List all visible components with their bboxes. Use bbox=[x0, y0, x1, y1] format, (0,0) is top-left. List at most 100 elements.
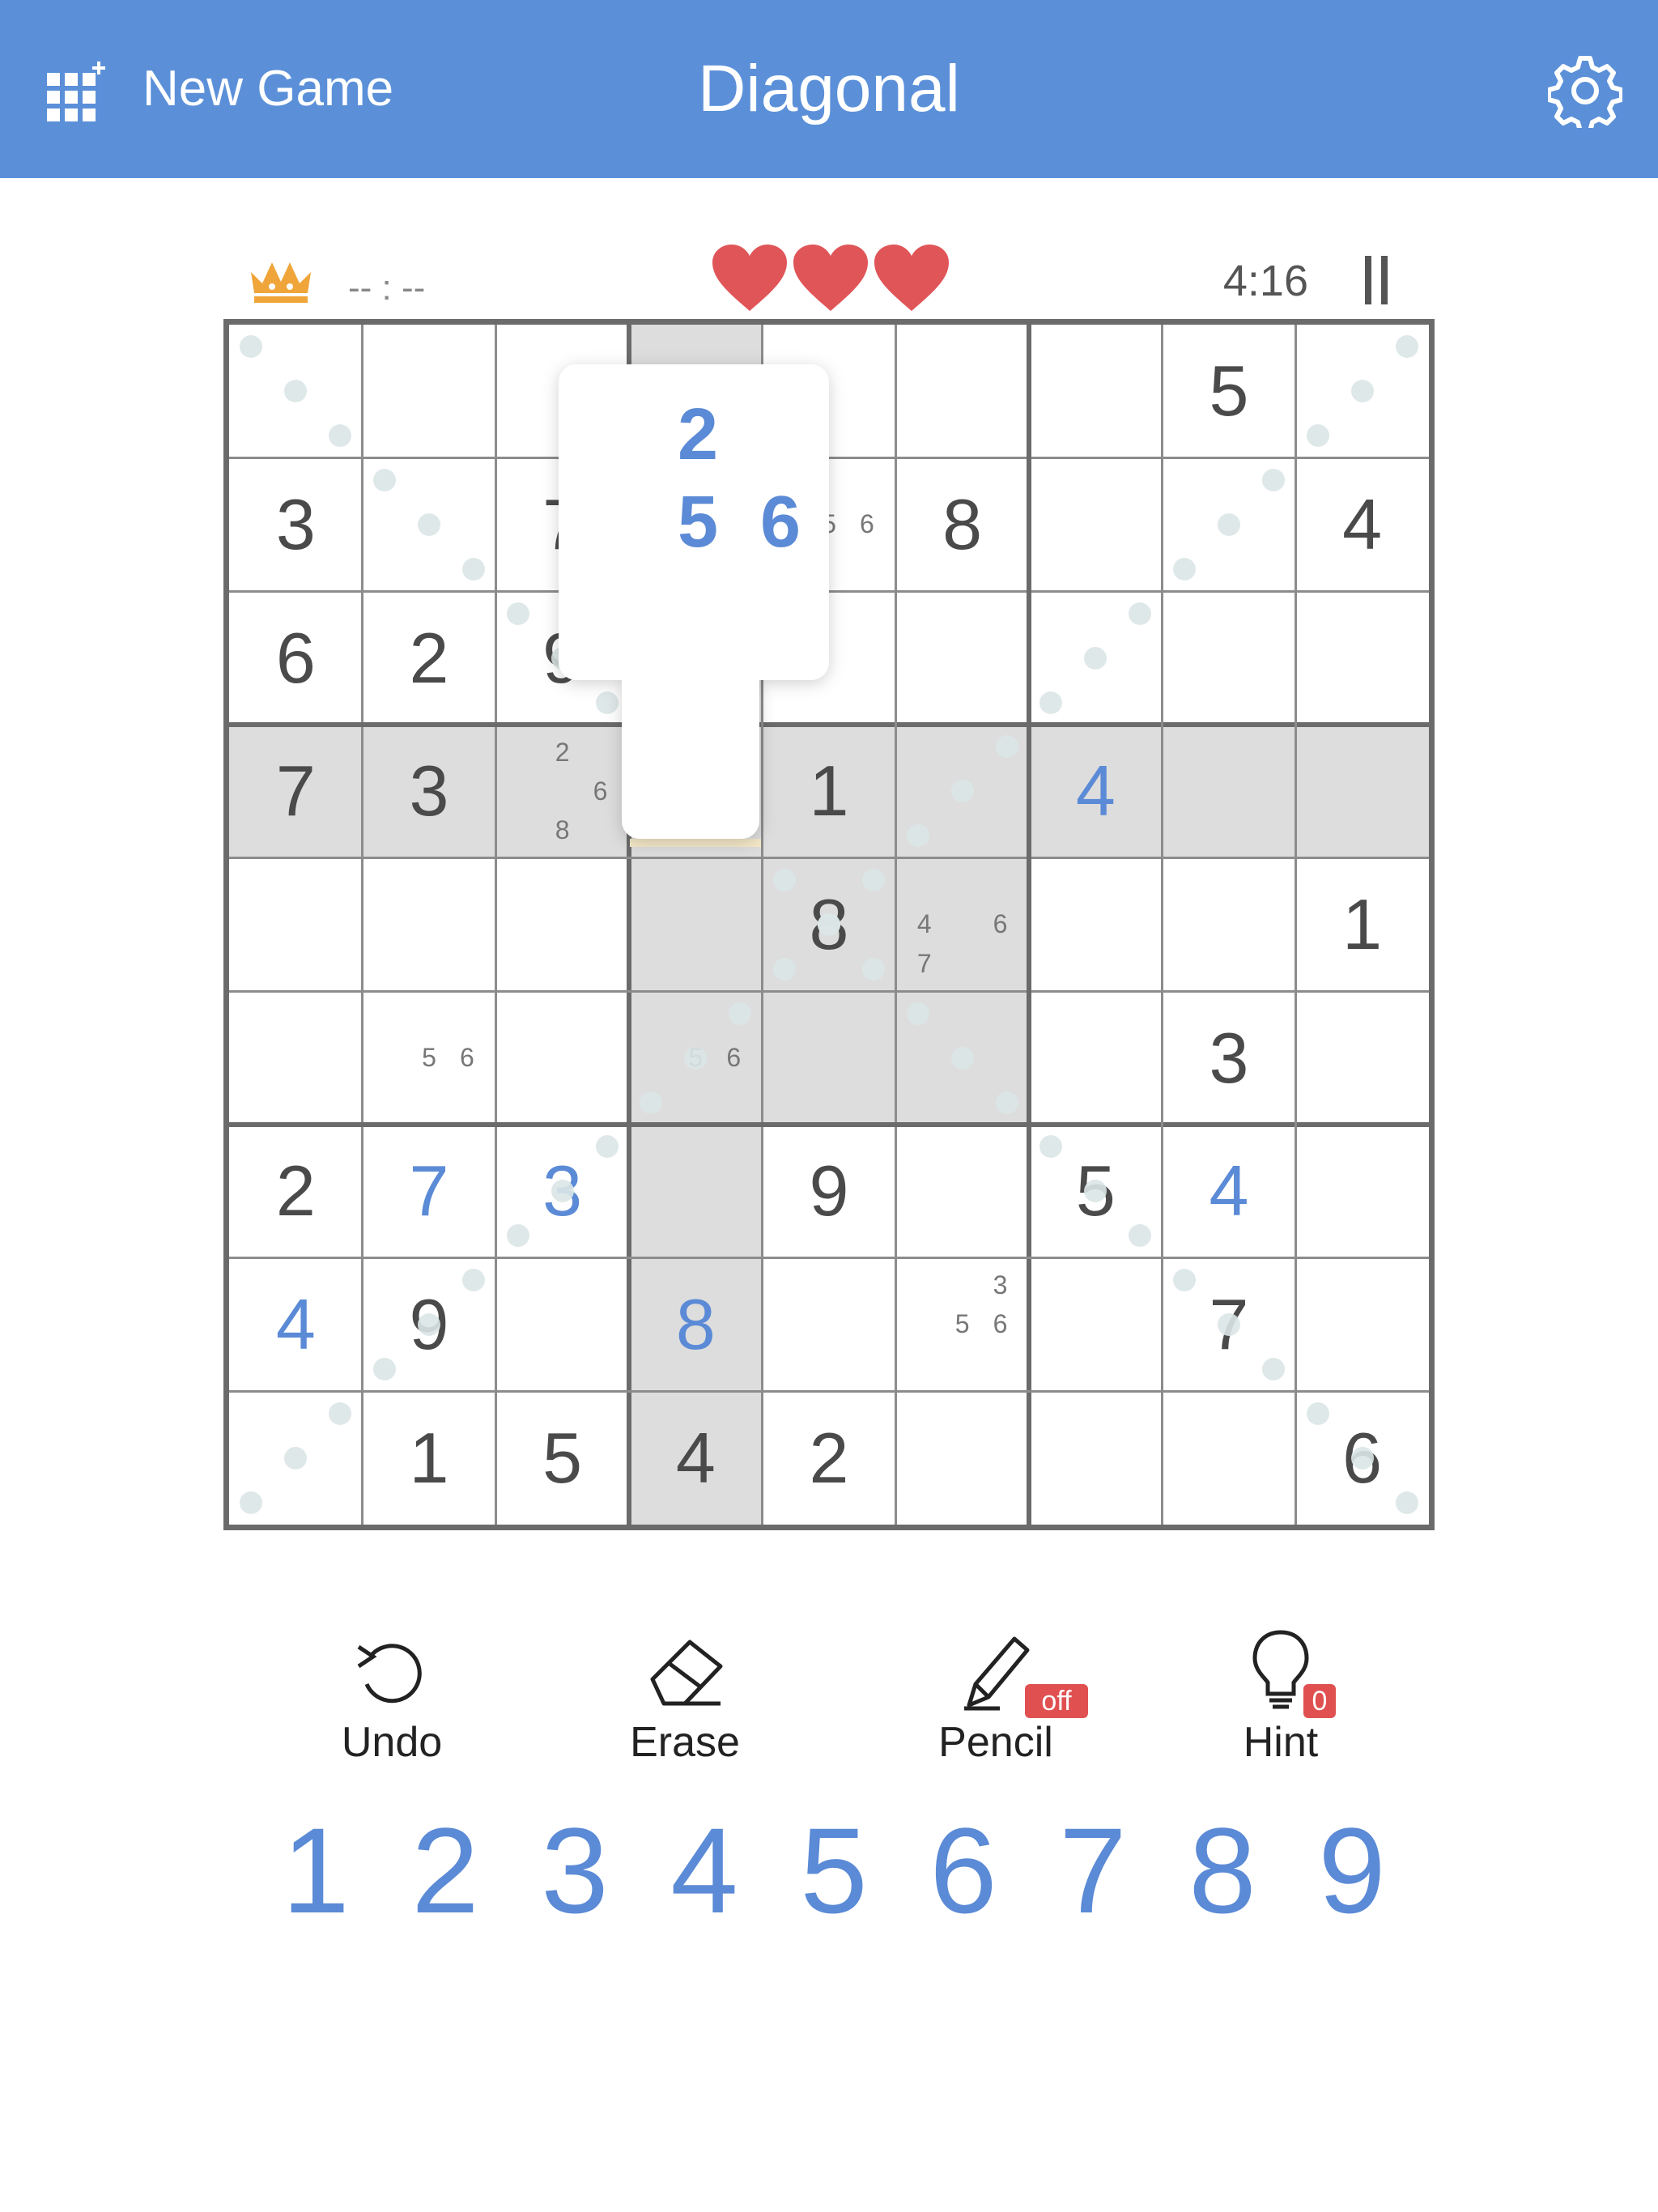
board-cell[interactable]: 356 bbox=[895, 1258, 1029, 1392]
board-cell[interactable]: 1 bbox=[1295, 858, 1429, 992]
cell-digit: 1 bbox=[1342, 883, 1383, 964]
grid-line bbox=[361, 325, 364, 1525]
note-digit: 6 bbox=[859, 509, 874, 539]
grid-line bbox=[229, 1257, 1429, 1260]
diagonal-marker bbox=[418, 1313, 440, 1336]
grid-line bbox=[1161, 325, 1164, 1525]
diagonal-marker bbox=[1129, 602, 1152, 625]
board-cell[interactable] bbox=[895, 1391, 1029, 1525]
erase-button[interactable]: Erase bbox=[588, 1627, 782, 1773]
board-cell[interactable] bbox=[1163, 1391, 1296, 1525]
gear-icon[interactable] bbox=[1548, 53, 1622, 128]
note-slot bbox=[372, 1039, 410, 1078]
grid-line bbox=[229, 457, 1429, 460]
candidate-digit[interactable]: 5 bbox=[665, 481, 730, 564]
board-cell[interactable] bbox=[762, 991, 896, 1125]
note-slot bbox=[905, 866, 943, 905]
board-cell[interactable]: 4 6 7 bbox=[895, 857, 1029, 992]
board-cell[interactable]: 9 bbox=[763, 1125, 896, 1258]
board-cell[interactable] bbox=[363, 858, 496, 992]
number-key-4[interactable]: 4 bbox=[656, 1797, 753, 1943]
board-cell[interactable] bbox=[895, 1125, 1029, 1258]
board-cell[interactable] bbox=[1295, 725, 1429, 858]
pause-button[interactable] bbox=[1362, 256, 1391, 304]
number-key-2[interactable]: 2 bbox=[397, 1797, 494, 1943]
board-cell[interactable] bbox=[629, 1125, 763, 1258]
board-cell[interactable]: 7 bbox=[229, 725, 363, 858]
board-cell[interactable] bbox=[1029, 991, 1163, 1125]
note-slot bbox=[981, 944, 1019, 983]
diagonal-marker bbox=[773, 957, 797, 981]
board-cell[interactable]: 56 bbox=[363, 991, 496, 1125]
board-cell[interactable]: 5 bbox=[1163, 325, 1296, 458]
board-cell[interactable]: 3 bbox=[362, 725, 496, 858]
board-cell[interactable]: 1 bbox=[363, 1391, 496, 1525]
board-cell[interactable] bbox=[895, 325, 1029, 458]
candidate-digit[interactable]: 2 bbox=[665, 393, 730, 477]
undo-button[interactable]: Undo bbox=[295, 1627, 489, 1773]
board-cell[interactable] bbox=[1163, 858, 1296, 992]
board-cell[interactable] bbox=[1029, 325, 1163, 458]
cell-digit: 8 bbox=[675, 1283, 716, 1364]
number-key-5[interactable]: 5 bbox=[785, 1797, 882, 1943]
board-cell[interactable] bbox=[895, 591, 1029, 725]
board-cell[interactable] bbox=[1295, 591, 1429, 725]
board-cell[interactable] bbox=[629, 857, 763, 992]
board-cell[interactable]: 4 bbox=[1029, 725, 1163, 858]
board-cell[interactable]: 2 bbox=[363, 591, 496, 725]
board-cell[interactable]: 4 bbox=[629, 1391, 763, 1525]
candidate-digit[interactable]: 6 bbox=[748, 481, 813, 564]
board-cell[interactable] bbox=[229, 858, 363, 992]
page-title: Diagonal bbox=[698, 52, 960, 125]
board-cell[interactable]: 4 bbox=[229, 1258, 363, 1392]
diagonal-marker bbox=[1173, 557, 1197, 581]
board-cell[interactable]: 2 bbox=[229, 1125, 363, 1258]
grid-line bbox=[229, 589, 1429, 593]
board-cell[interactable]: 3 bbox=[229, 458, 363, 592]
board-cell[interactable] bbox=[1295, 991, 1429, 1125]
erase-label: Erase bbox=[630, 1719, 740, 1766]
cell-digit: 2 bbox=[275, 1151, 316, 1231]
board-cell[interactable] bbox=[1029, 458, 1163, 592]
hint-button[interactable]: 0 Hint bbox=[1184, 1627, 1378, 1773]
note-digit: 6 bbox=[993, 1309, 1008, 1339]
board-cell[interactable] bbox=[1162, 725, 1296, 858]
board-cell[interactable]: 8 bbox=[895, 458, 1029, 592]
cell-notes: 56 bbox=[363, 991, 496, 1125]
board-cell[interactable] bbox=[363, 325, 496, 458]
note-slot bbox=[981, 1344, 1019, 1383]
board-cell[interactable]: 5 bbox=[495, 1391, 629, 1525]
board-cell[interactable] bbox=[495, 1258, 629, 1392]
board-cell[interactable] bbox=[229, 991, 363, 1125]
board-cell[interactable]: 4 bbox=[1163, 1125, 1296, 1258]
heart-icon bbox=[793, 245, 868, 311]
board-cell[interactable] bbox=[495, 858, 629, 992]
number-key-9[interactable]: 9 bbox=[1303, 1797, 1401, 1943]
number-key-6[interactable]: 6 bbox=[915, 1797, 1012, 1943]
number-key-8[interactable]: 8 bbox=[1174, 1797, 1271, 1943]
candidate-popup: 2 5 6 bbox=[559, 364, 829, 839]
board-cell[interactable] bbox=[763, 1258, 896, 1392]
number-key-7[interactable]: 7 bbox=[1044, 1797, 1141, 1943]
board-cell[interactable] bbox=[1029, 1258, 1163, 1392]
board-cell[interactable]: 7 bbox=[363, 1125, 496, 1258]
number-key-3[interactable]: 3 bbox=[526, 1797, 623, 1943]
board-cell[interactable] bbox=[1163, 591, 1296, 725]
board-cell[interactable]: 4 bbox=[1295, 458, 1429, 592]
board-cell[interactable]: 6 bbox=[229, 591, 363, 725]
board-cell[interactable]: 8 bbox=[629, 1257, 763, 1392]
board-cell[interactable] bbox=[1029, 858, 1163, 992]
diagonal-marker bbox=[1261, 469, 1285, 492]
note-slot bbox=[505, 733, 543, 772]
note-slot bbox=[905, 1305, 943, 1344]
pencil-button[interactable]: off Pencil bbox=[899, 1627, 1093, 1773]
board-cell[interactable] bbox=[1295, 1125, 1429, 1258]
board-cell[interactable]: 2 bbox=[763, 1391, 896, 1525]
number-key-1[interactable]: 1 bbox=[267, 1797, 364, 1943]
grid-line bbox=[229, 1389, 1429, 1393]
diagonal-marker bbox=[1395, 335, 1418, 359]
board-cell[interactable] bbox=[1029, 1391, 1163, 1525]
board-cell[interactable]: 3 bbox=[1163, 991, 1296, 1125]
board-cell[interactable] bbox=[495, 991, 629, 1125]
board-cell[interactable] bbox=[1295, 1258, 1429, 1392]
